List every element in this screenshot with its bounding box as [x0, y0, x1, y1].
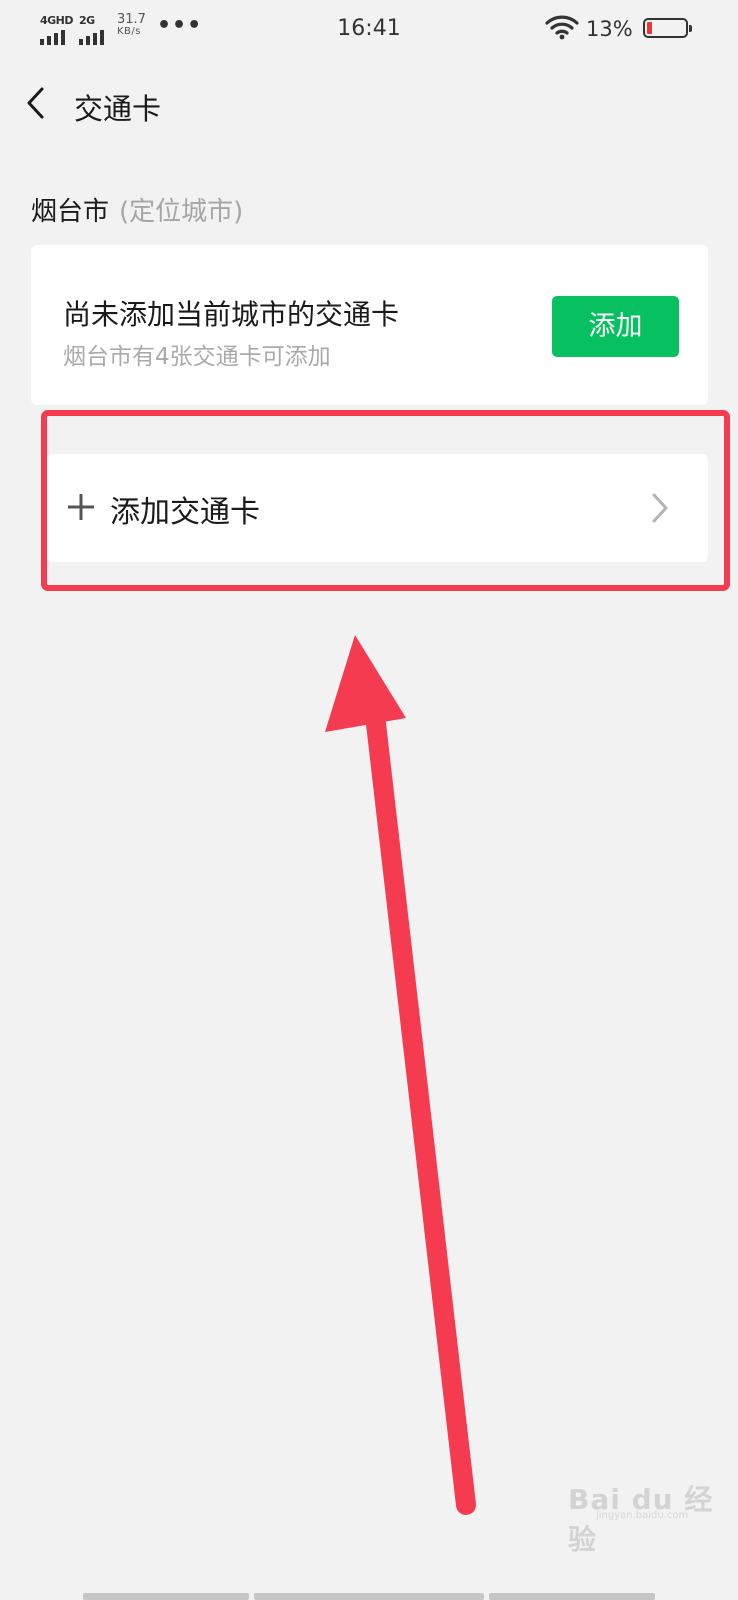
watermark-url: jingyan.baidu.com [596, 1510, 689, 1521]
bottom-bar [83, 1593, 249, 1600]
bottom-bar [254, 1593, 484, 1600]
baidu-watermark: Bai du 经验 jingyan.baidu.com [568, 1466, 720, 1556]
bottom-bar [489, 1593, 655, 1600]
annotation-arrow [325, 635, 476, 1515]
